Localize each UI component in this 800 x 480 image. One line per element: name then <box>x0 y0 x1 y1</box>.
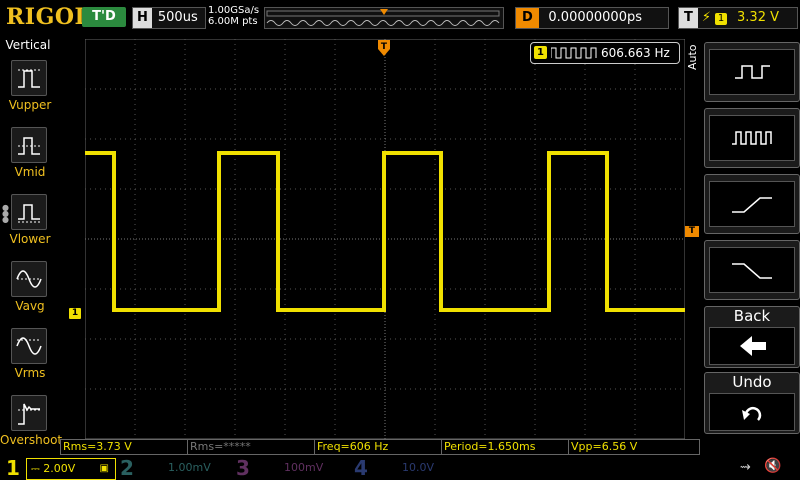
sample-rate: 1.00GSa/s <box>208 5 260 16</box>
waveform-display[interactable] <box>85 39 685 439</box>
timebase-key: H <box>133 8 152 28</box>
vmid-label: Vmid <box>14 165 46 179</box>
channel2-scale: 1.00mV <box>168 461 211 474</box>
channel4-scale-box[interactable]: 10.0V <box>372 458 460 478</box>
trigger-key: T <box>679 8 698 28</box>
vlower-icon <box>18 204 40 223</box>
frequency-counter: 1 606.663 Hz <box>530 42 680 64</box>
timebase-value: 500us <box>157 10 198 25</box>
vavg-icon <box>16 270 42 288</box>
channel4-scale: 10.0V <box>402 461 435 474</box>
channel2-number[interactable]: 2 <box>120 456 134 480</box>
delay-box[interactable]: D 0.00000000ps <box>515 7 669 29</box>
channel2-scale-box[interactable]: 1.00mV <box>138 458 226 478</box>
delay-value: 0.00000000ps <box>548 10 642 25</box>
svg-text:T: T <box>381 42 388 52</box>
vupper-button[interactable] <box>11 60 47 96</box>
vupper-icon <box>18 69 40 88</box>
back-label: Back <box>733 307 771 325</box>
square-wave-icon <box>551 47 597 59</box>
overshoot-button[interactable] <box>11 395 47 431</box>
counter-value: 606.663 Hz <box>601 46 670 60</box>
undo-arrow-icon <box>742 406 762 421</box>
timebase-box[interactable]: H 500us <box>132 7 206 29</box>
undo-label: Undo <box>732 373 772 391</box>
counter-channel: 1 <box>534 46 547 59</box>
memory-overview-bar[interactable] <box>264 7 504 29</box>
channel1-offset-marker[interactable]: 1 <box>69 308 81 319</box>
trigger-slope-icon: ⚡ <box>701 10 712 25</box>
memory-waveform-icon <box>266 9 500 26</box>
usb-icon: ⇝ <box>740 460 751 475</box>
overshoot-icon <box>18 403 40 425</box>
channel3-number[interactable]: 3 <box>236 456 250 480</box>
channel1-dc-icon: ⎓ <box>31 462 40 475</box>
vupper-label: Vupper <box>8 98 52 112</box>
period-button[interactable] <box>704 42 800 102</box>
trigger-position-marker[interactable]: T <box>378 40 390 56</box>
frequency-button[interactable] <box>704 108 800 168</box>
acquisition-info: 1.00GSa/s 6.00M pts <box>208 5 259 27</box>
measurement-vpp[interactable]: Vpp=6.56 V <box>568 439 700 455</box>
channel3-scale: 100mV <box>284 461 324 474</box>
channel1-scale-box[interactable]: ⎓ 2.00V ▣ <box>26 458 116 480</box>
vrms-label: Vrms <box>14 366 46 380</box>
back-arrow-icon <box>740 336 766 356</box>
overshoot-label: Overshoot <box>0 433 63 447</box>
vlower-label: Vlower <box>9 232 51 246</box>
channel1-number[interactable]: 1 <box>6 456 20 480</box>
rigol-logo: RIGOL <box>6 4 91 30</box>
delay-key: D <box>516 8 539 28</box>
undo-button[interactable]: Undo <box>704 372 800 434</box>
measurement-period[interactable]: Period=1.650ms <box>441 439 569 455</box>
vmid-button[interactable] <box>11 127 47 163</box>
rise-time-button[interactable] <box>704 174 800 234</box>
menu-page-dots: ● ● ● <box>2 203 9 224</box>
trigger-source: 1 <box>715 13 728 25</box>
vrms-button[interactable] <box>11 328 47 364</box>
fall-time-button[interactable] <box>704 240 800 300</box>
auto-label: Auto <box>686 44 699 70</box>
back-button[interactable]: Back <box>704 306 800 368</box>
vavg-button[interactable] <box>11 261 47 297</box>
vrms-icon <box>16 337 42 355</box>
frequency-icon <box>732 131 772 145</box>
period-icon <box>735 65 770 79</box>
channel4-number[interactable]: 4 <box>354 456 368 480</box>
trigger-box[interactable]: T ⚡ 1 3.32 V <box>678 7 798 29</box>
vavg-label: Vavg <box>15 299 45 313</box>
memory-depth: 6.00M pts <box>208 16 258 27</box>
channel1-bw-icon: ▣ <box>99 463 109 474</box>
channel3-scale-box[interactable]: 100mV <box>254 458 342 478</box>
speaker-muted-icon[interactable]: 🔇 <box>764 458 781 474</box>
measurement-rms-2[interactable]: Rms=***** <box>187 439 315 455</box>
trigger-level: 3.32 V <box>737 10 779 25</box>
vmid-icon <box>18 137 40 155</box>
run-status-badge[interactable]: T'D <box>82 7 126 27</box>
fall-time-icon <box>732 263 772 279</box>
measurement-freq[interactable]: Freq=606 Hz <box>314 439 442 455</box>
vlower-button[interactable] <box>11 194 47 230</box>
rise-time-icon <box>732 197 772 213</box>
measurement-rms-1[interactable]: Rms=3.73 V <box>60 439 188 455</box>
trigger-level-marker[interactable]: T <box>685 226 699 237</box>
channel1-scale: 2.00V <box>43 462 76 475</box>
menu-title: Vertical <box>5 38 51 52</box>
